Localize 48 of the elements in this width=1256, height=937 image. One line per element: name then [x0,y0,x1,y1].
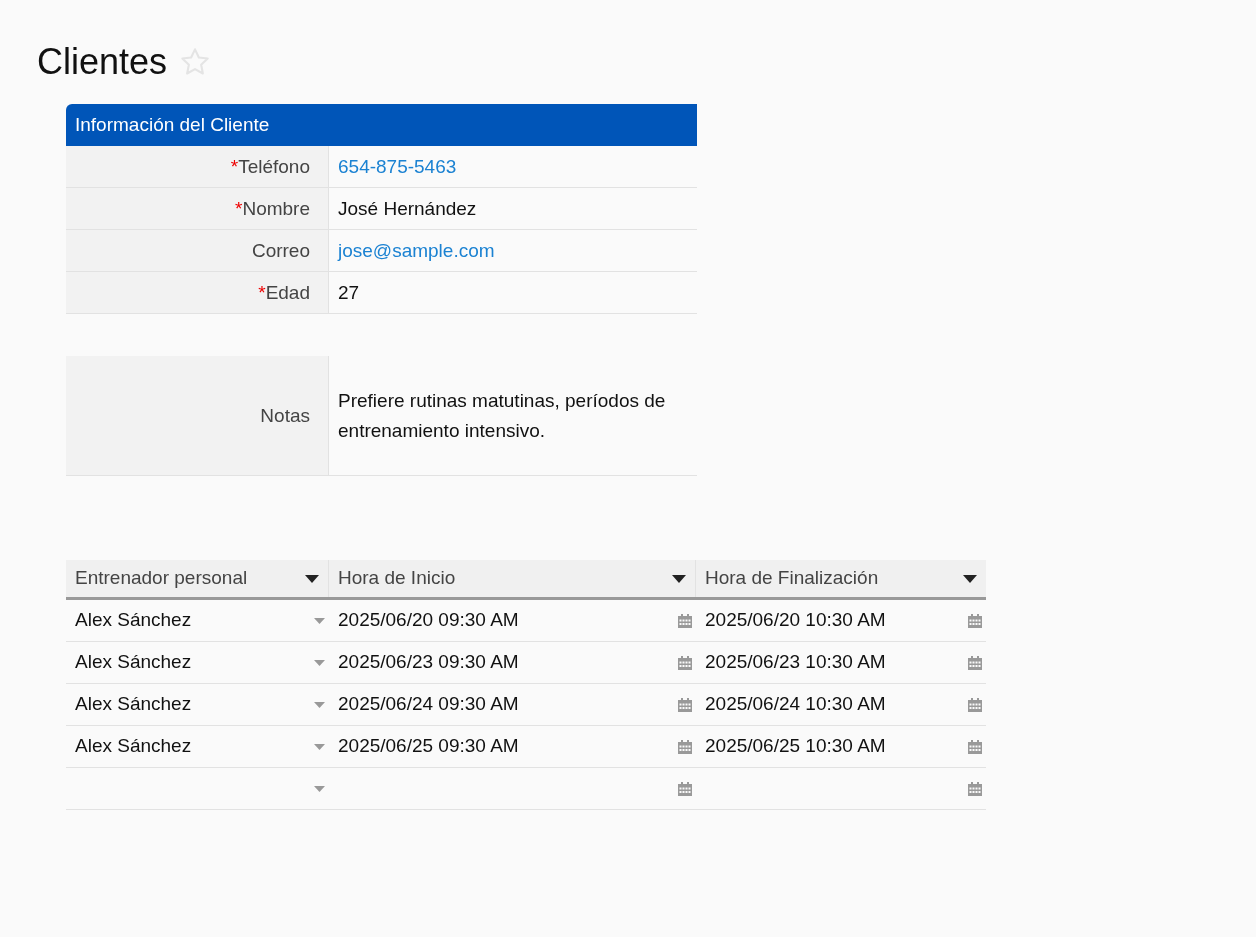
field-value: 27 [338,282,360,303]
table-cell-text: Alex Sánchez [75,608,192,633]
field-label: Notas [66,356,329,475]
field-label: Edad [265,280,310,305]
required-asterisk: * [235,196,243,221]
field-link[interactable]: jose@sample.com [338,240,495,261]
column-header[interactable]: Hora de Inicio [338,564,456,593]
table-cell-text: 2025/06/20 10:30 AM [705,608,886,633]
calendar-icon[interactable] [968,697,982,712]
field-value: José Hernández [338,198,477,219]
column-header[interactable]: Hora de Finalización [705,564,879,593]
table-cell-text: 2025/06/25 10:30 AM [705,734,886,759]
section-header: Información del Cliente [66,104,697,146]
column-header[interactable]: Entrenador personal [75,564,248,593]
calendar-icon[interactable] [968,781,982,796]
dropdown-caret-icon[interactable] [314,659,325,666]
table-cell-text: Alex Sánchez [75,650,192,675]
caret-icon[interactable] [672,574,686,583]
table-cell-text: 2025/06/24 10:30 AM [705,692,886,717]
notes-text: Prefiere rutinas matutinas, períodos de entrenamiento intensivo. [337,388,667,443]
calendar-icon[interactable] [968,739,982,754]
required-asterisk: * [230,154,239,179]
calendar-icon[interactable] [678,739,692,754]
caret-icon[interactable] [963,574,977,583]
calendar-icon[interactable] [678,781,692,796]
table-cell-text: 2025/06/23 10:30 AM [705,650,886,675]
table-cell-text: Alex Sánchez [75,734,192,759]
dropdown-caret-icon[interactable] [314,701,325,708]
caret-icon[interactable] [305,574,319,583]
required-asterisk: * [258,280,266,305]
page-title: Clientes [37,40,168,84]
calendar-icon[interactable] [968,613,982,628]
field-link[interactable]: 654-875-5463 [338,156,457,177]
calendar-icon[interactable] [678,613,692,628]
field-label: Correo [251,238,310,263]
dropdown-caret-icon[interactable] [314,743,325,750]
calendar-icon[interactable] [968,655,982,670]
table-cell-text: Alex Sánchez [75,692,192,717]
table-cell-text: 2025/06/24 09:30 AM [338,692,519,717]
field-label: Nombre [242,196,310,221]
table-cell-text: 2025/06/23 09:30 AM [338,650,519,675]
calendar-icon[interactable] [678,697,692,712]
dropdown-caret-icon[interactable] [314,617,325,624]
table-cell-text: 2025/06/25 09:30 AM [338,734,519,759]
table-cell-text: 2025/06/20 09:30 AM [338,608,519,633]
dropdown-caret-icon[interactable] [314,785,325,792]
calendar-icon[interactable] [678,655,692,670]
field-label: Teléfono [238,154,310,179]
